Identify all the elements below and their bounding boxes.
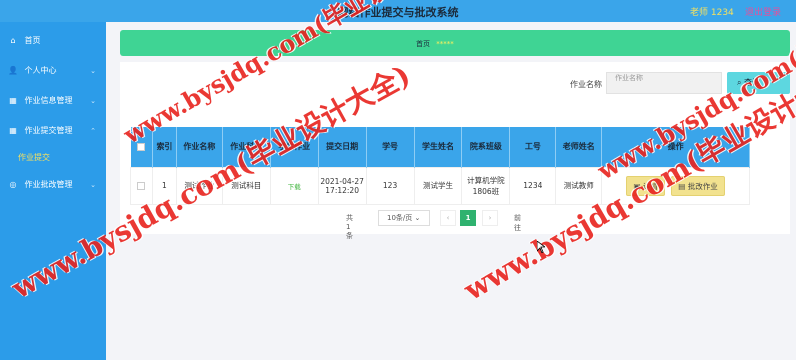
submission-table: 索引 作业名称 作业科目 学生作业 提交日期 学号 学生姓名 院系班级 工号 老…	[130, 127, 750, 205]
table-row: 1 测试作业 测试科目 下载 2021-04-27 17:12:20 123 测…	[130, 166, 750, 205]
mouse-cursor-icon	[537, 241, 545, 253]
sidebar-item-label: 作业提交管理	[24, 126, 73, 135]
sidebar-item-grading[interactable]: ◎ 作业批改管理 ⌄	[0, 170, 106, 200]
column-header: 学生作业	[270, 127, 319, 167]
select-all-header[interactable]	[130, 127, 153, 167]
column-header: 提交日期	[318, 127, 367, 167]
column-header: 学生姓名	[414, 127, 463, 167]
download-link[interactable]: 下载	[288, 183, 301, 191]
logout-link[interactable]: 退出登录	[745, 5, 781, 18]
prev-page-button[interactable]: ‹	[440, 210, 456, 226]
search-label: 作业名称	[570, 80, 602, 89]
breadcrumb-home[interactable]: 首页	[416, 40, 430, 48]
column-header: 作业名称	[176, 127, 223, 167]
page-size-select[interactable]: 10条/页 ⌄	[378, 210, 430, 226]
detail-button-label: 详情	[642, 181, 658, 191]
search-input[interactable]: 作业名称	[606, 72, 722, 94]
home-icon: ⌂	[10, 36, 16, 45]
app-title: 网络作业提交与批改系统	[337, 6, 459, 19]
chevron-down-icon: ⌄	[90, 97, 96, 105]
grid-icon: ▦	[9, 96, 17, 105]
sidebar-item-label: 作业信息管理	[24, 96, 73, 105]
search-button[interactable]: ⌕ 查询	[727, 72, 790, 94]
document-icon: ▤	[678, 181, 688, 191]
cell-name: 测试作业	[175, 166, 223, 205]
sidebar-item-homework-info[interactable]: ▦ 作业信息管理 ⌄	[0, 86, 106, 116]
detail-button[interactable]: ▣ 详情	[626, 175, 665, 196]
row-select[interactable]	[130, 166, 153, 205]
cell-subject: 测试科目	[221, 166, 271, 205]
column-header: 索引	[152, 127, 177, 167]
row-checkbox[interactable]	[137, 182, 146, 190]
breadcrumb-stars: *****	[436, 40, 454, 48]
pagination-goto: 前往	[514, 214, 521, 232]
column-header: 院系班级	[461, 127, 511, 167]
sidebar-item-label: 首页	[24, 36, 41, 45]
grid-icon: ▦	[9, 126, 17, 135]
next-page-button[interactable]: ›	[482, 210, 498, 226]
cell-class: 计算机学院1806班	[461, 166, 511, 205]
sidebar-item-label: 作业批改管理	[24, 180, 73, 189]
cell-student-name: 测试学生	[413, 166, 463, 205]
cell-teacher-name: 测试教师	[555, 166, 603, 205]
search-button-label: 查询	[744, 78, 761, 87]
chevron-down-icon: ⌄	[414, 214, 421, 222]
user-icon: 👤	[8, 66, 18, 75]
column-header: 学号	[366, 127, 415, 167]
user-name: 老师 1234	[690, 8, 734, 18]
cell-date: 2021-04-27 17:12:20	[317, 166, 367, 205]
cell-homework: 下载	[269, 166, 319, 205]
sidebar-item-home[interactable]: ⌂ 首页	[0, 26, 106, 56]
sidebar: ⌂ 首页 👤 个人中心 ⌄ ▦ 作业信息管理 ⌄ ▦ 作业提交管理 ⌃ 作业提交…	[0, 22, 106, 360]
top-bar: 网络作业提交与批改系统 老师 1234 退出登录	[0, 0, 796, 22]
column-header: 作业科目	[222, 127, 271, 167]
detail-icon: ▣	[633, 181, 643, 191]
sidebar-subitem-submission[interactable]: 作业提交	[0, 146, 106, 170]
breadcrumb: 首页 *****	[120, 30, 790, 56]
column-header: 老师姓名	[555, 127, 603, 167]
sidebar-item-submission[interactable]: ▦ 作业提交管理 ⌃	[0, 116, 106, 146]
column-header: 操作	[601, 127, 750, 167]
chevron-up-icon: ⌃	[90, 127, 96, 135]
chevron-down-icon: ⌄	[90, 67, 96, 75]
cell-index: 1	[151, 166, 177, 205]
select-all-checkbox[interactable]	[137, 142, 146, 151]
grade-button-label: 批改作业	[687, 181, 718, 191]
table-header-row: 索引 作业名称 作业科目 学生作业 提交日期 学号 学生姓名 院系班级 工号 老…	[130, 127, 750, 167]
page-size-value: 10条/页	[387, 214, 413, 222]
cell-actions: ▣ 详情 ▤ 批改作业	[601, 166, 750, 205]
column-header: 工号	[509, 127, 557, 167]
chevron-down-icon: ⌄	[90, 181, 96, 189]
grade-button[interactable]: ▤ 批改作业	[671, 175, 725, 196]
search-icon: ⌕	[737, 78, 742, 87]
sidebar-item-label: 个人中心	[24, 66, 57, 75]
page-button[interactable]: 1	[460, 210, 476, 226]
circle-icon: ◎	[9, 180, 17, 189]
cell-student-id: 123	[365, 166, 415, 205]
cell-teacher-id: 1234	[509, 166, 557, 205]
pagination-total: 共 1 条	[346, 214, 353, 240]
sidebar-item-profile[interactable]: 👤 个人中心 ⌄	[0, 56, 106, 86]
